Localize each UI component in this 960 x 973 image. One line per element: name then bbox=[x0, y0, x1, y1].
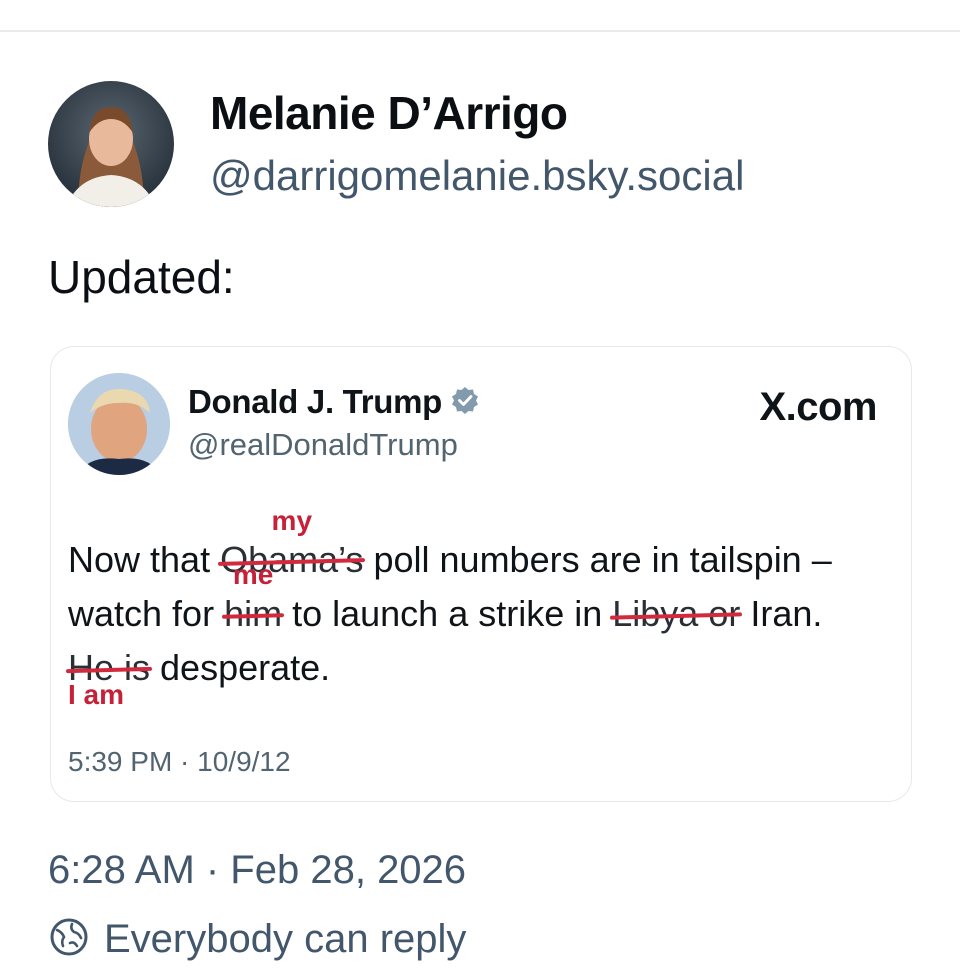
tweet-text-segment: Iran. bbox=[740, 593, 823, 634]
verified-badge-icon bbox=[450, 385, 480, 420]
struck-text: Libya or bbox=[612, 593, 741, 634]
embedded-image-card[interactable]: Donald J. Trump @realDonaldTrump X.com N… bbox=[50, 346, 912, 802]
author-name[interactable]: Melanie D’Arrigo bbox=[210, 86, 568, 140]
struck-text: him bbox=[224, 593, 283, 634]
author-avatar[interactable] bbox=[48, 81, 174, 207]
tweet-text-segment: poll numbers are in tailspin – bbox=[363, 539, 832, 580]
source-label: X.com bbox=[759, 385, 877, 429]
tweet-text-segment: watch for bbox=[68, 593, 225, 634]
globe-icon bbox=[48, 916, 90, 963]
reply-setting[interactable]: Everybody can reply bbox=[48, 916, 466, 963]
tweet-text-segment: desperate. bbox=[150, 647, 331, 688]
embedded-tweet-text: Now that Obama’s my poll numbers are in t… bbox=[68, 507, 832, 709]
tweet-text-segment: to launch a strike in bbox=[282, 593, 613, 634]
replacement-text: my bbox=[271, 505, 313, 536]
edited-word: He is I am bbox=[68, 641, 150, 709]
tweet-text-segment: Now that bbox=[68, 539, 221, 580]
post-text: Updated: bbox=[48, 251, 235, 303]
author-handle[interactable]: @darrigomelanie.bsky.social bbox=[210, 152, 744, 200]
edited-word: him me bbox=[224, 561, 283, 641]
replacement-text: I am bbox=[68, 679, 125, 710]
embedded-author-name: Donald J. Trump bbox=[188, 383, 443, 420]
embedded-author-handle: @realDonaldTrump bbox=[188, 427, 458, 462]
tweet-line-2: watch for him me to launch a strike in Li… bbox=[68, 561, 832, 641]
replacement-text: me bbox=[232, 559, 274, 590]
tweet-line-3: He is I am desperate. bbox=[68, 641, 832, 709]
reply-setting-label: Everybody can reply bbox=[104, 917, 467, 961]
top-divider bbox=[0, 30, 960, 32]
tweet-line-1: Now that Obama’s my poll numbers are in t… bbox=[68, 507, 832, 587]
post-timestamp[interactable]: 6:28 AM · Feb 28, 2026 bbox=[48, 848, 466, 893]
edited-word: Libya or bbox=[612, 587, 740, 641]
embedded-avatar bbox=[68, 373, 170, 475]
embedded-timestamp: 5:39 PM · 10/9/12 bbox=[68, 746, 291, 777]
